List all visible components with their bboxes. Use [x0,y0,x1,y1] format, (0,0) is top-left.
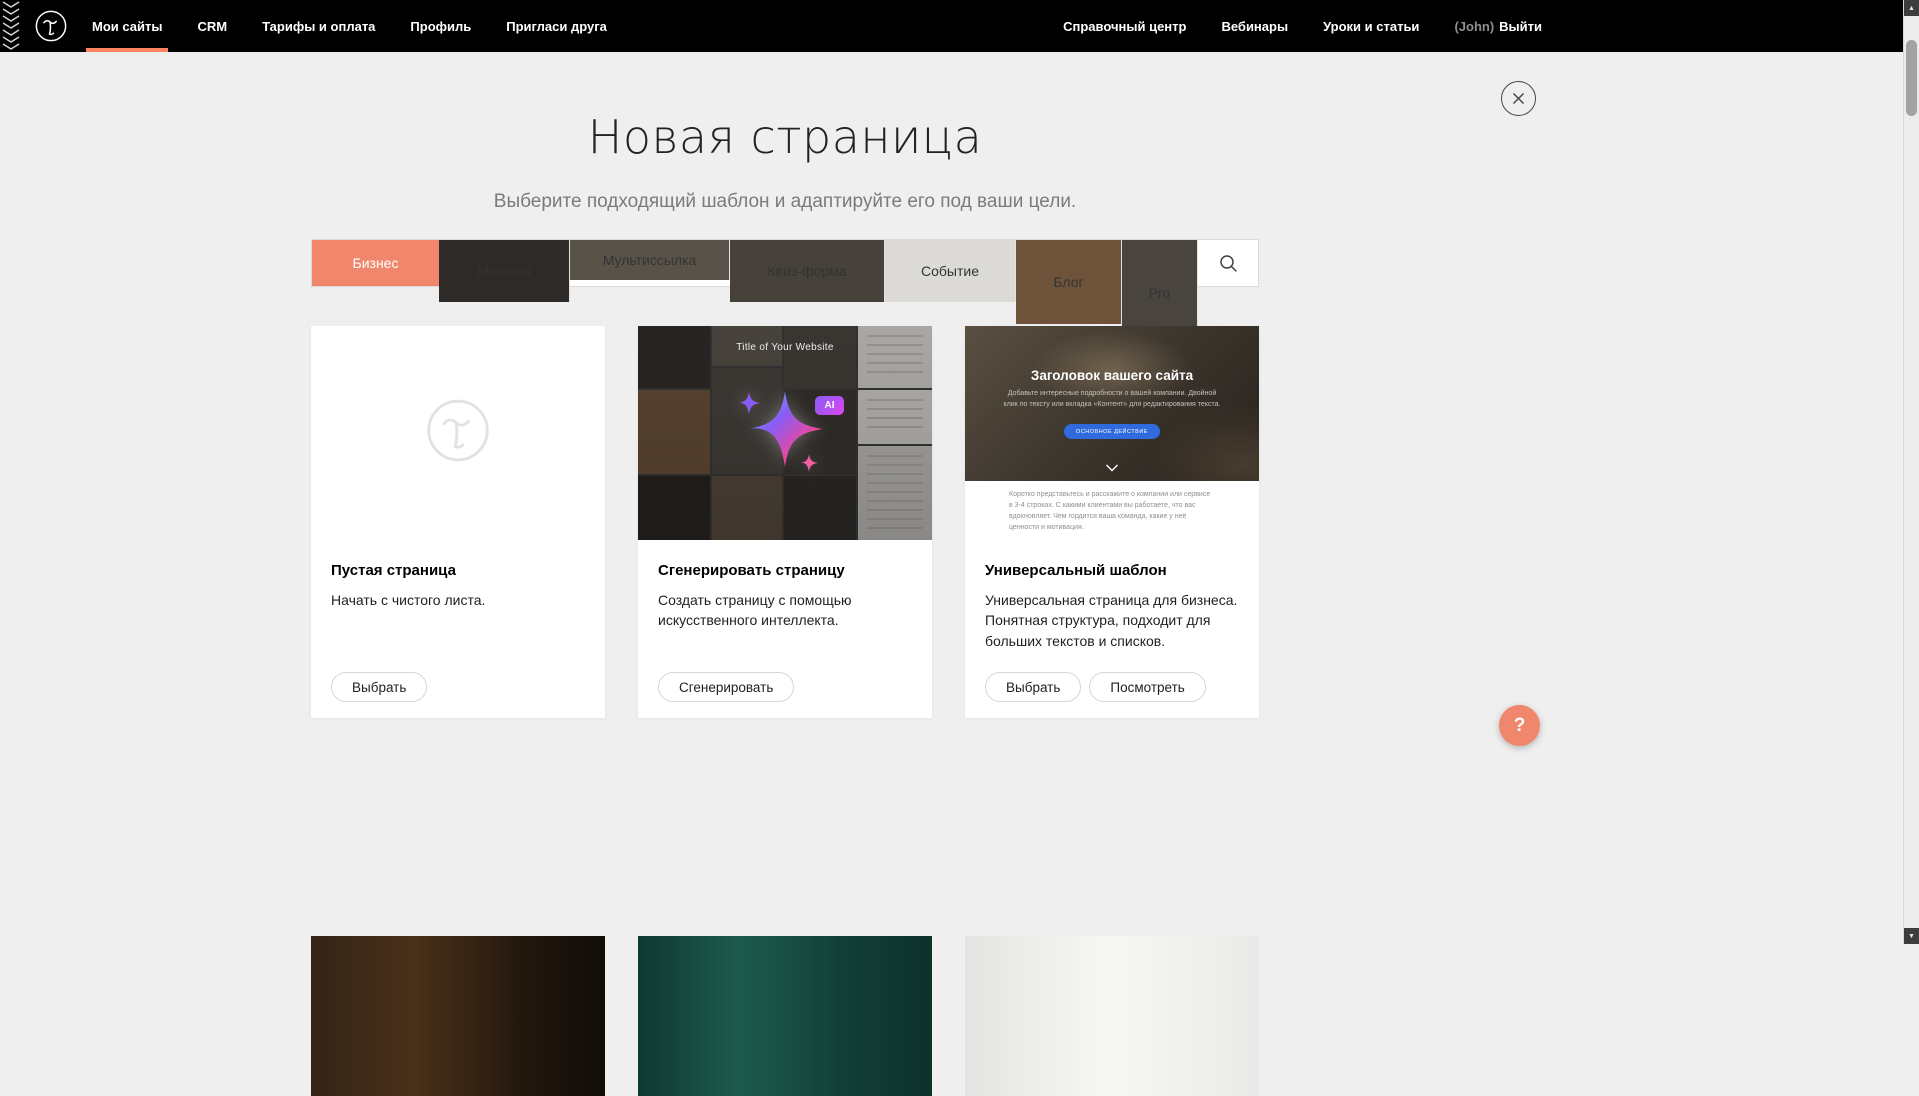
close-dialog-button[interactable] [1501,81,1536,116]
choose-button[interactable]: Выбрать [331,672,427,702]
template-hero-preview: Заголовок вашего сайта Добавьте интересн… [965,326,1259,481]
card-description: Начать с чистого листа. [331,590,591,610]
nav-tariffs[interactable]: Тарифы и оплата [258,0,379,52]
preview-cta-button: Основное действие [1064,424,1160,439]
main-nav: Мои сайты CRM Тарифы и оплата Профиль Пр… [88,0,638,52]
card-body: Пустая страница Начать с чистого листа. [311,540,605,610]
generate-button[interactable]: Сгенерировать [658,672,794,702]
user-name: (John) [1454,19,1494,34]
card-description: Создать страницу с помощью искусственног… [658,590,918,631]
top-nav-bar: Мои сайты CRM Тарифы и оплата Профиль Пр… [0,0,1919,52]
tab-search[interactable] [1198,240,1258,286]
card-title: Пустая страница [331,562,585,579]
template-card-partial[interactable] [965,936,1259,1096]
blank-card-preview [311,326,605,540]
nav-invite-friend[interactable]: Пригласи друга [502,0,611,52]
card-title: Сгенерировать страницу [658,562,912,579]
tab-quiz-form[interactable]: Квиз-форма [730,240,885,302]
vertical-scrollbar[interactable]: ▲ ▼ [1903,0,1919,944]
card-body: Универсальный шаблон Универсальная стран… [965,540,1259,651]
template-text-preview: Коротко представьтесь и расскажите о ком… [965,481,1259,540]
preview-body-text: Коротко представьтесь и расскажите о ком… [1009,490,1215,533]
search-icon [1219,254,1238,273]
template-grid-row-2 [311,936,1259,1096]
nav-label: Справочный центр [1063,19,1186,34]
scrollbar-down-arrow[interactable]: ▼ [1904,928,1919,944]
logout-label: Выйти [1499,19,1542,34]
tilda-logo[interactable] [34,9,68,43]
tilda-watermark-icon [424,397,492,470]
page-title: Новая страница [0,110,1570,164]
ai-card-preview: Title of Your Website AI [638,326,932,540]
corner-zigzag-pattern [0,0,22,52]
nav-my-sites[interactable]: Мои сайты [88,0,166,52]
nav-help-center[interactable]: Справочный центр [1059,19,1190,34]
nav-label: Пригласи друга [506,19,607,34]
tab-shop[interactable]: Магазин [439,240,570,302]
card-actions: Сгенерировать [658,672,794,702]
nav-label: Вебинары [1221,19,1288,34]
template-card-partial[interactable] [311,936,605,1096]
preview-paragraph: Добавьте интересные подробности о вашей … [1002,389,1222,410]
nav-crm[interactable]: CRM [193,0,231,52]
close-icon [1512,92,1525,105]
nav-label: Мои сайты [92,19,162,34]
template-grid: Пустая страница Начать с чистого листа. … [311,326,1259,718]
nav-logout[interactable]: (John) Выйти [1450,19,1546,34]
card-body: Сгенерировать страницу Создать страницу … [638,540,932,631]
nav-webinars[interactable]: Вебинары [1217,19,1292,34]
template-category-tabs: Бизнес Магазин Мультиссылка Квиз-форма С… [311,239,1259,287]
nav-label: Тарифы и оплата [262,19,375,34]
ai-sparkle-icon [710,354,860,504]
preview-heading: Заголовок вашего сайта [965,368,1259,383]
help-button[interactable]: ? [1499,705,1540,746]
template-card-ai-generate[interactable]: Title of Your Website AI [638,326,932,718]
scrollbar-up-arrow[interactable]: ▲ [1904,0,1919,16]
page-subtitle: Выберите подходящий шаблон и адаптируйте… [0,191,1570,213]
template-card-blank[interactable]: Пустая страница Начать с чистого листа. … [311,326,605,718]
template-card-universal[interactable]: Заголовок вашего сайта Добавьте интересн… [965,326,1259,718]
card-description: Универсальная страница для бизнеса. Поня… [985,590,1245,651]
nav-profile[interactable]: Профиль [406,0,475,52]
ai-badge: AI [815,396,844,415]
card-title: Универсальный шаблон [985,562,1239,579]
template-card-partial[interactable] [638,936,932,1096]
secondary-nav: Справочный центр Вебинары Уроки и статьи… [1032,0,1546,52]
preview-site-title: Title of Your Website [638,342,932,353]
tab-multilink[interactable]: Мультиссылка [570,240,730,280]
choose-button[interactable]: Выбрать [985,672,1081,702]
new-page-dialog: Новая страница Выберите подходящий шабло… [0,110,1570,718]
question-mark-icon: ? [1514,715,1526,737]
card-actions: Выбрать [331,672,427,702]
tab-business[interactable]: Бизнес [312,240,439,286]
scrollbar-thumb[interactable] [1906,40,1917,116]
tab-event[interactable]: Событие [885,240,1016,302]
view-button[interactable]: Посмотреть [1089,672,1205,702]
universal-card-preview: Заголовок вашего сайта Добавьте интересн… [965,326,1259,540]
nav-label: Профиль [410,19,471,34]
nav-label: CRM [197,19,227,34]
nav-lessons[interactable]: Уроки и статьи [1319,19,1423,34]
card-actions: Выбрать Посмотреть [985,672,1206,702]
chevron-down-icon [1106,464,1119,472]
nav-label: Уроки и статьи [1323,19,1419,34]
tab-blog[interactable]: Блог [1016,240,1122,324]
